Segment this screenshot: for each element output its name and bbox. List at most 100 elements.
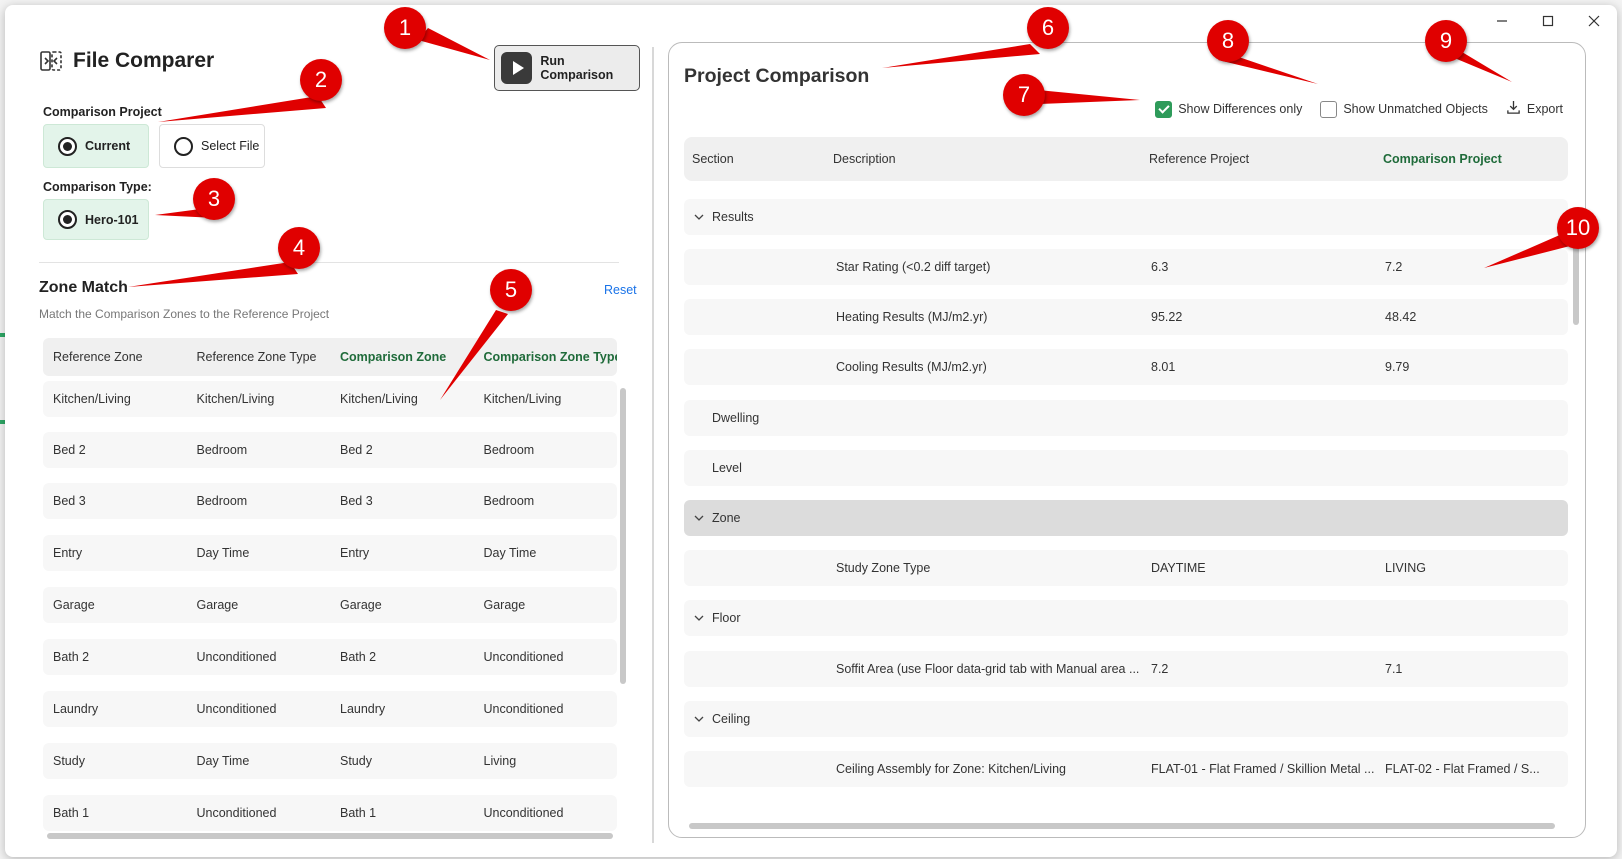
reference-zone-type-cell: Unconditioned bbox=[196, 650, 277, 664]
run-comparison-label: Run Comparison bbox=[540, 54, 614, 82]
export-button[interactable]: Export bbox=[1506, 100, 1563, 118]
show-unmatched-checkbox[interactable]: Show Unmatched Objects bbox=[1320, 100, 1488, 118]
comparison-value-cell: 7.1 bbox=[1385, 662, 1403, 676]
radio-selected-icon bbox=[58, 210, 77, 229]
table-row[interactable]: Garage Garage Garage Garage bbox=[43, 587, 617, 623]
comparison-row[interactable]: Study Zone Type DAYTIME LIVING bbox=[684, 550, 1568, 586]
section-row-level[interactable]: Level bbox=[684, 450, 1568, 486]
reference-zone-type-cell: Garage bbox=[196, 598, 239, 612]
section-row-zone[interactable]: Zone bbox=[684, 500, 1568, 536]
section-label: Dwelling bbox=[712, 411, 760, 425]
comparison-zone-cell[interactable]: Entry bbox=[330, 546, 474, 560]
checkbox-label: Show Unmatched Objects bbox=[1343, 102, 1488, 116]
comparison-zone-cell[interactable]: Bath 2 bbox=[330, 650, 474, 664]
comparison-project-label: Comparison Project bbox=[43, 105, 162, 119]
left-pane: File Comparer Run Comparison Comparison … bbox=[39, 5, 640, 857]
app-title: File Comparer bbox=[39, 49, 214, 73]
callout-10: 10 bbox=[1557, 207, 1599, 249]
chevron-down-icon[interactable] bbox=[694, 199, 704, 235]
comparison-row[interactable]: Heating Results (MJ/m2.yr) 95.22 48.42 bbox=[684, 299, 1568, 335]
minimize-button[interactable] bbox=[1479, 5, 1525, 37]
reference-zone-type-cell: Kitchen/Living bbox=[196, 392, 275, 406]
column-header: Reference Project bbox=[1149, 152, 1250, 166]
comparison-row[interactable]: Ceiling Assembly for Zone: Kitchen/Livin… bbox=[684, 751, 1568, 787]
column-header: Reference Zone bbox=[53, 350, 143, 364]
table-row[interactable]: Study Day Time Study Living bbox=[43, 743, 617, 779]
comparison-zone-type-cell: Kitchen/Living bbox=[483, 392, 562, 406]
comparison-zone-cell[interactable]: Bed 3 bbox=[330, 494, 474, 508]
run-comparison-button[interactable]: Run Comparison bbox=[494, 45, 640, 91]
zone-table-vertical-scrollbar[interactable] bbox=[620, 388, 626, 684]
reference-zone-type-cell: Unconditioned bbox=[196, 702, 277, 716]
comparison-horizontal-scrollbar[interactable] bbox=[689, 823, 1555, 829]
reference-zone-cell: Bed 3 bbox=[53, 494, 86, 508]
comparison-zone-cell[interactable]: Study bbox=[330, 754, 474, 768]
reference-zone-cell: Study bbox=[53, 754, 85, 768]
comparison-value-cell: FLAT-02 - Flat Framed / S... bbox=[1385, 762, 1540, 776]
comparison-row[interactable]: Star Rating (<0.2 diff target) 6.3 7.2 bbox=[684, 249, 1568, 285]
comparison-value-cell: 9.79 bbox=[1385, 360, 1410, 374]
reference-zone-cell: Laundry bbox=[53, 702, 99, 716]
chevron-down-icon[interactable] bbox=[694, 701, 704, 737]
reference-value-cell: 7.2 bbox=[1151, 662, 1169, 676]
reset-link[interactable]: Reset bbox=[604, 283, 637, 297]
comparison-zone-cell[interactable]: Kitchen/Living bbox=[330, 392, 474, 406]
table-row[interactable]: Bath 1 Unconditioned Bath 1 Unconditione… bbox=[43, 795, 617, 831]
comparison-project-current-radio[interactable]: Current bbox=[43, 124, 149, 168]
reference-zone-cell: Garage bbox=[53, 598, 95, 612]
reference-zone-cell: Entry bbox=[53, 546, 83, 560]
comparison-options: Show Differences only Show Unmatched Obj… bbox=[1137, 100, 1563, 118]
table-row[interactable]: Entry Day Time Entry Day Time bbox=[43, 535, 617, 571]
show-differences-checkbox[interactable]: Show Differences only bbox=[1155, 100, 1302, 118]
callout-5: 5 bbox=[490, 269, 532, 311]
section-label: Ceiling bbox=[712, 712, 751, 726]
table-row[interactable]: Laundry Unconditioned Laundry Unconditio… bbox=[43, 691, 617, 727]
maximize-button[interactable] bbox=[1525, 5, 1571, 37]
callout-4: 4 bbox=[278, 227, 320, 269]
section-row-dwelling[interactable]: Dwelling bbox=[684, 400, 1568, 436]
reference-zone-type-cell: Day Time bbox=[196, 754, 250, 768]
pane-splitter[interactable] bbox=[652, 47, 654, 843]
section-label: Floor bbox=[712, 611, 741, 625]
comparison-zone-cell[interactable]: Laundry bbox=[330, 702, 474, 716]
comparison-project-select-file-radio[interactable]: Select File bbox=[159, 124, 265, 168]
radio-selected-icon bbox=[58, 136, 77, 156]
comparison-zone-type-cell: Unconditioned bbox=[483, 650, 564, 664]
radio-label: Hero-101 bbox=[85, 212, 139, 227]
radio-unselected-icon bbox=[174, 136, 193, 156]
comparison-table-header: Section Description Reference Project Co… bbox=[684, 137, 1568, 181]
comparison-zone-type-cell: Day Time bbox=[483, 546, 537, 560]
comparison-zone-cell[interactable]: Bed 2 bbox=[330, 443, 474, 457]
section-row-results[interactable]: Results bbox=[684, 199, 1568, 235]
close-button[interactable] bbox=[1571, 5, 1617, 37]
chevron-down-icon[interactable] bbox=[694, 600, 704, 636]
minimize-icon bbox=[1497, 20, 1507, 22]
comparison-zone-cell[interactable]: Bath 1 bbox=[330, 806, 474, 820]
checkbox-checked-icon bbox=[1155, 100, 1173, 118]
table-row[interactable]: Bed 2 Bedroom Bed 2 Bedroom bbox=[43, 432, 617, 468]
project-comparison-panel: Project Comparison Show Differences only… bbox=[668, 42, 1586, 838]
callout-2: 2 bbox=[300, 59, 342, 101]
comparison-row[interactable]: Soffit Area (use Floor data-grid tab wit… bbox=[684, 651, 1568, 687]
radio-label: Current bbox=[85, 139, 131, 153]
file-compare-icon bbox=[40, 51, 62, 71]
zone-table-horizontal-scrollbar[interactable] bbox=[47, 833, 613, 839]
section-row-floor[interactable]: Floor bbox=[684, 600, 1568, 636]
description-cell: Cooling Results (MJ/m2.yr) bbox=[836, 360, 987, 374]
column-header: Reference Zone Type bbox=[196, 350, 317, 364]
chevron-down-icon[interactable] bbox=[694, 500, 704, 536]
callout-1: 1 bbox=[384, 7, 426, 49]
comparison-type-hero-radio[interactable]: Hero-101 bbox=[43, 199, 149, 240]
comparison-zone-type-cell: Unconditioned bbox=[483, 806, 564, 820]
table-row[interactable]: Bath 2 Unconditioned Bath 2 Unconditione… bbox=[43, 639, 617, 675]
section-row-ceiling[interactable]: Ceiling bbox=[684, 701, 1568, 737]
reference-value-cell: 6.3 bbox=[1151, 260, 1169, 274]
reference-zone-type-cell: Unconditioned bbox=[196, 806, 277, 820]
table-row[interactable]: Bed 3 Bedroom Bed 3 Bedroom bbox=[43, 483, 617, 519]
zone-match-title: Zone Match bbox=[39, 279, 128, 296]
play-icon bbox=[501, 52, 533, 84]
column-header: Comparison Zone Type bbox=[483, 350, 618, 364]
table-row[interactable]: Kitchen/Living Kitchen/Living Kitchen/Li… bbox=[43, 381, 617, 417]
comparison-zone-cell[interactable]: Garage bbox=[330, 598, 474, 612]
comparison-row[interactable]: Cooling Results (MJ/m2.yr) 8.01 9.79 bbox=[684, 349, 1568, 385]
